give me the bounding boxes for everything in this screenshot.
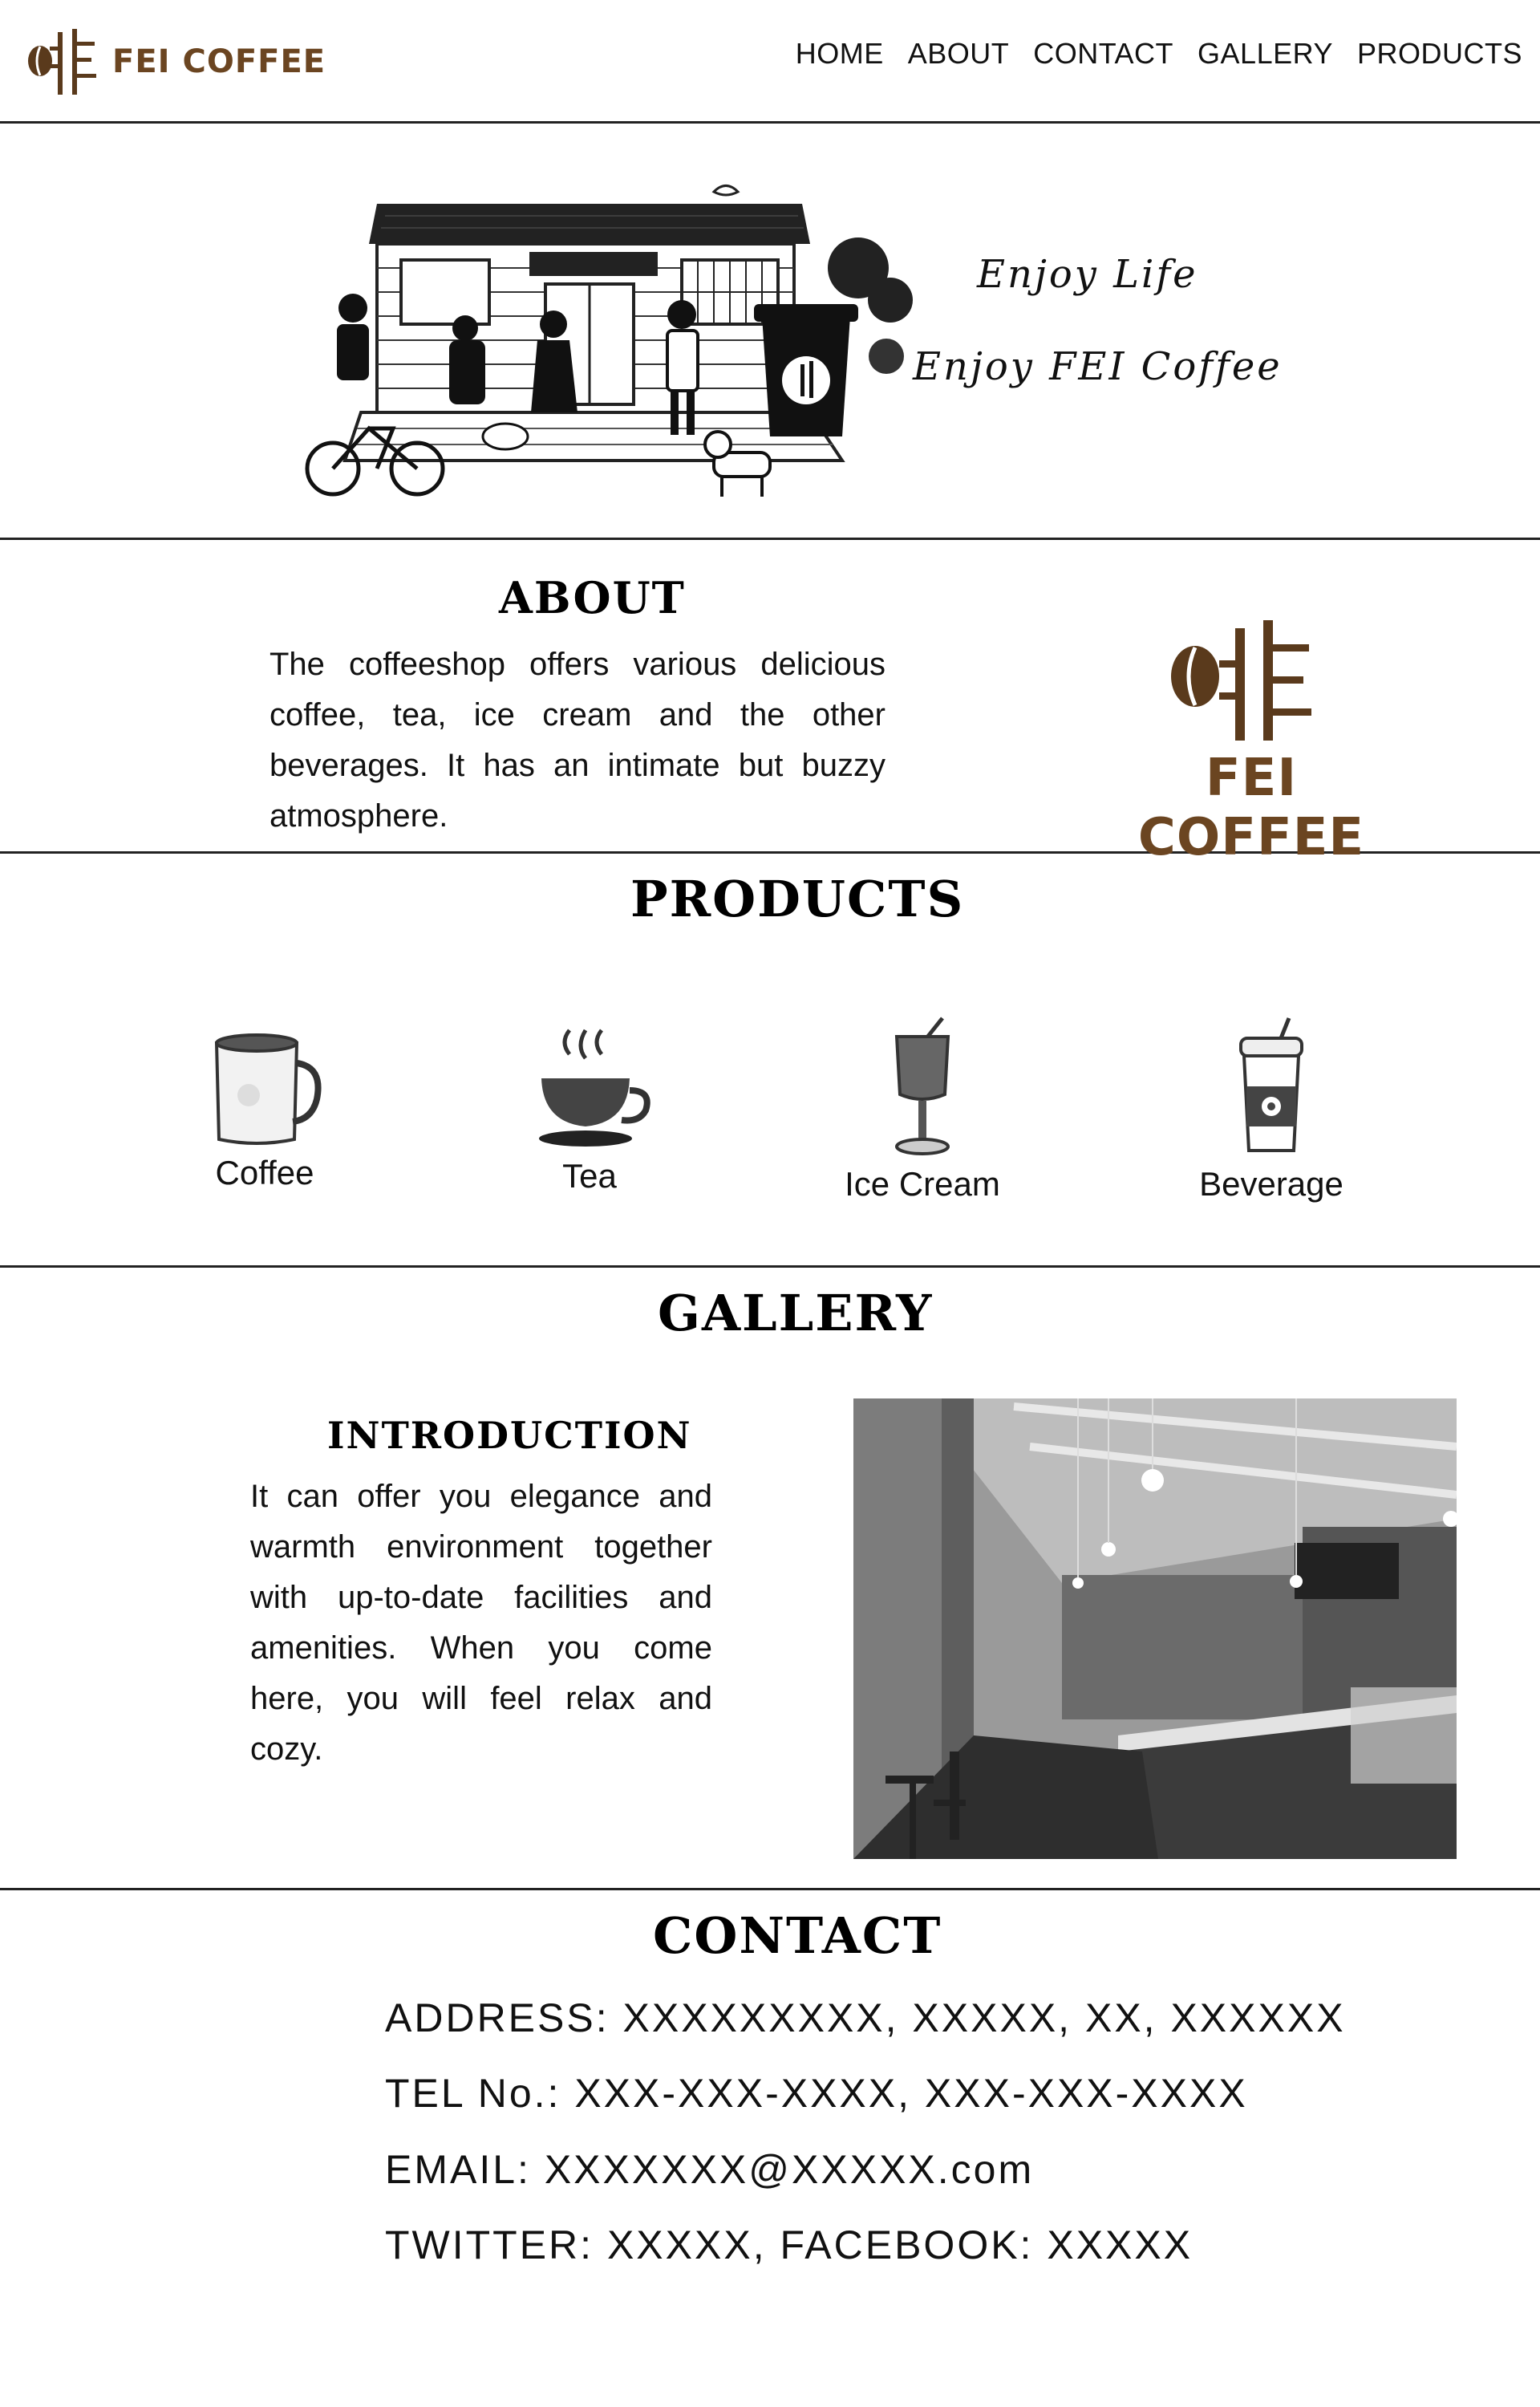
products-title: PRODUCTS bbox=[630, 870, 965, 928]
coffee-mug-icon bbox=[214, 1033, 322, 1145]
about-text: The coffeeshop offers various delicious … bbox=[270, 647, 886, 834]
contact-title: CONTACT bbox=[653, 1906, 942, 1965]
hero-slogan-1: Enjoy Life bbox=[977, 252, 1198, 297]
main-nav: HOME ABOUT CONTACT GALLERY PRODUCTS bbox=[796, 37, 1522, 71]
product-beverage-label: Beverage bbox=[1199, 1165, 1343, 1203]
about-section: ABOUT The coffeeshop offers various deli… bbox=[0, 540, 1540, 867]
product-ice-cream-label: Ice Cream bbox=[845, 1165, 1000, 1203]
nav-about[interactable]: ABOUT bbox=[908, 37, 1010, 71]
contact-telephone: TEL No.: XXX-XXX-XXXX, XXX-XXX-XXXX bbox=[385, 2071, 1248, 2116]
product-tea[interactable]: Tea bbox=[513, 1022, 666, 1195]
gallery-title: GALLERY bbox=[658, 1284, 934, 1342]
nav-contact[interactable]: CONTACT bbox=[1033, 37, 1173, 71]
nav-products[interactable]: PRODUCTS bbox=[1357, 37, 1522, 71]
about-title: ABOUT bbox=[499, 572, 686, 623]
product-tea-label: Tea bbox=[562, 1157, 617, 1195]
product-coffee[interactable]: Coffee bbox=[192, 1027, 337, 1192]
nav-gallery[interactable]: GALLERY bbox=[1198, 37, 1333, 71]
brand-name: FEI COFFEE bbox=[112, 43, 326, 80]
introduction-text: It can offer you elegance and warmth env… bbox=[250, 1479, 712, 1767]
hero-slogan-2: Enjoy FEI Coffee bbox=[913, 344, 1283, 389]
coffee-bean-logo-icon bbox=[28, 29, 96, 95]
contact-email[interactable]: EMAIL: XXXXXXX@XXXXX.com bbox=[385, 2146, 1034, 2193]
coffee-bean-logo-icon bbox=[1171, 620, 1311, 741]
product-ice-cream[interactable]: Ice Cream bbox=[830, 1014, 1015, 1204]
introduction-title: INTRODUCTION bbox=[327, 1414, 692, 1457]
cafe-interior-photo[interactable] bbox=[853, 1398, 1457, 1859]
site-header: FEI COFFEE HOME ABOUT CONTACT GALLERY PR… bbox=[0, 0, 1540, 124]
beverage-cup-icon bbox=[1239, 1017, 1303, 1152]
gallery-section: GALLERY INTRODUCTION It can offer you el… bbox=[0, 1268, 1540, 1890]
cafe-interior-image bbox=[853, 1398, 1457, 1859]
brand-logo-large: FEI COFFEE bbox=[1099, 596, 1404, 867]
hero-section: Enjoy Life Enjoy FEI Coffee bbox=[0, 124, 1540, 540]
header-logo[interactable]: FEI COFFEE bbox=[26, 26, 326, 98]
nav-home[interactable]: HOME bbox=[796, 37, 884, 71]
contact-address: ADDRESS: XXXXXXXXX, XXXXX, XX, XXXXXX bbox=[385, 1995, 1346, 2040]
contact-section: CONTACT ADDRESS: XXXXXXXXX, XXXXX, XX, X… bbox=[0, 1890, 1540, 2407]
ice-cream-glass-icon bbox=[894, 1017, 950, 1155]
product-coffee-label: Coffee bbox=[215, 1154, 314, 1191]
contact-social[interactable]: TWITTER: XXXXX, FACEBOOK: XXXXX bbox=[385, 2222, 1193, 2268]
coffee-shop-illustration bbox=[305, 185, 913, 497]
tea-cup-icon bbox=[539, 1029, 650, 1147]
brand-name-large: FEI COFFEE bbox=[1137, 749, 1365, 867]
product-beverage[interactable]: Beverage bbox=[1179, 1014, 1364, 1204]
products-section: PRODUCTS Coffee Tea Ice Cream Beverage bbox=[0, 854, 1540, 1268]
page: FEI COFFEE HOME ABOUT CONTACT GALLERY PR… bbox=[0, 0, 1540, 2407]
